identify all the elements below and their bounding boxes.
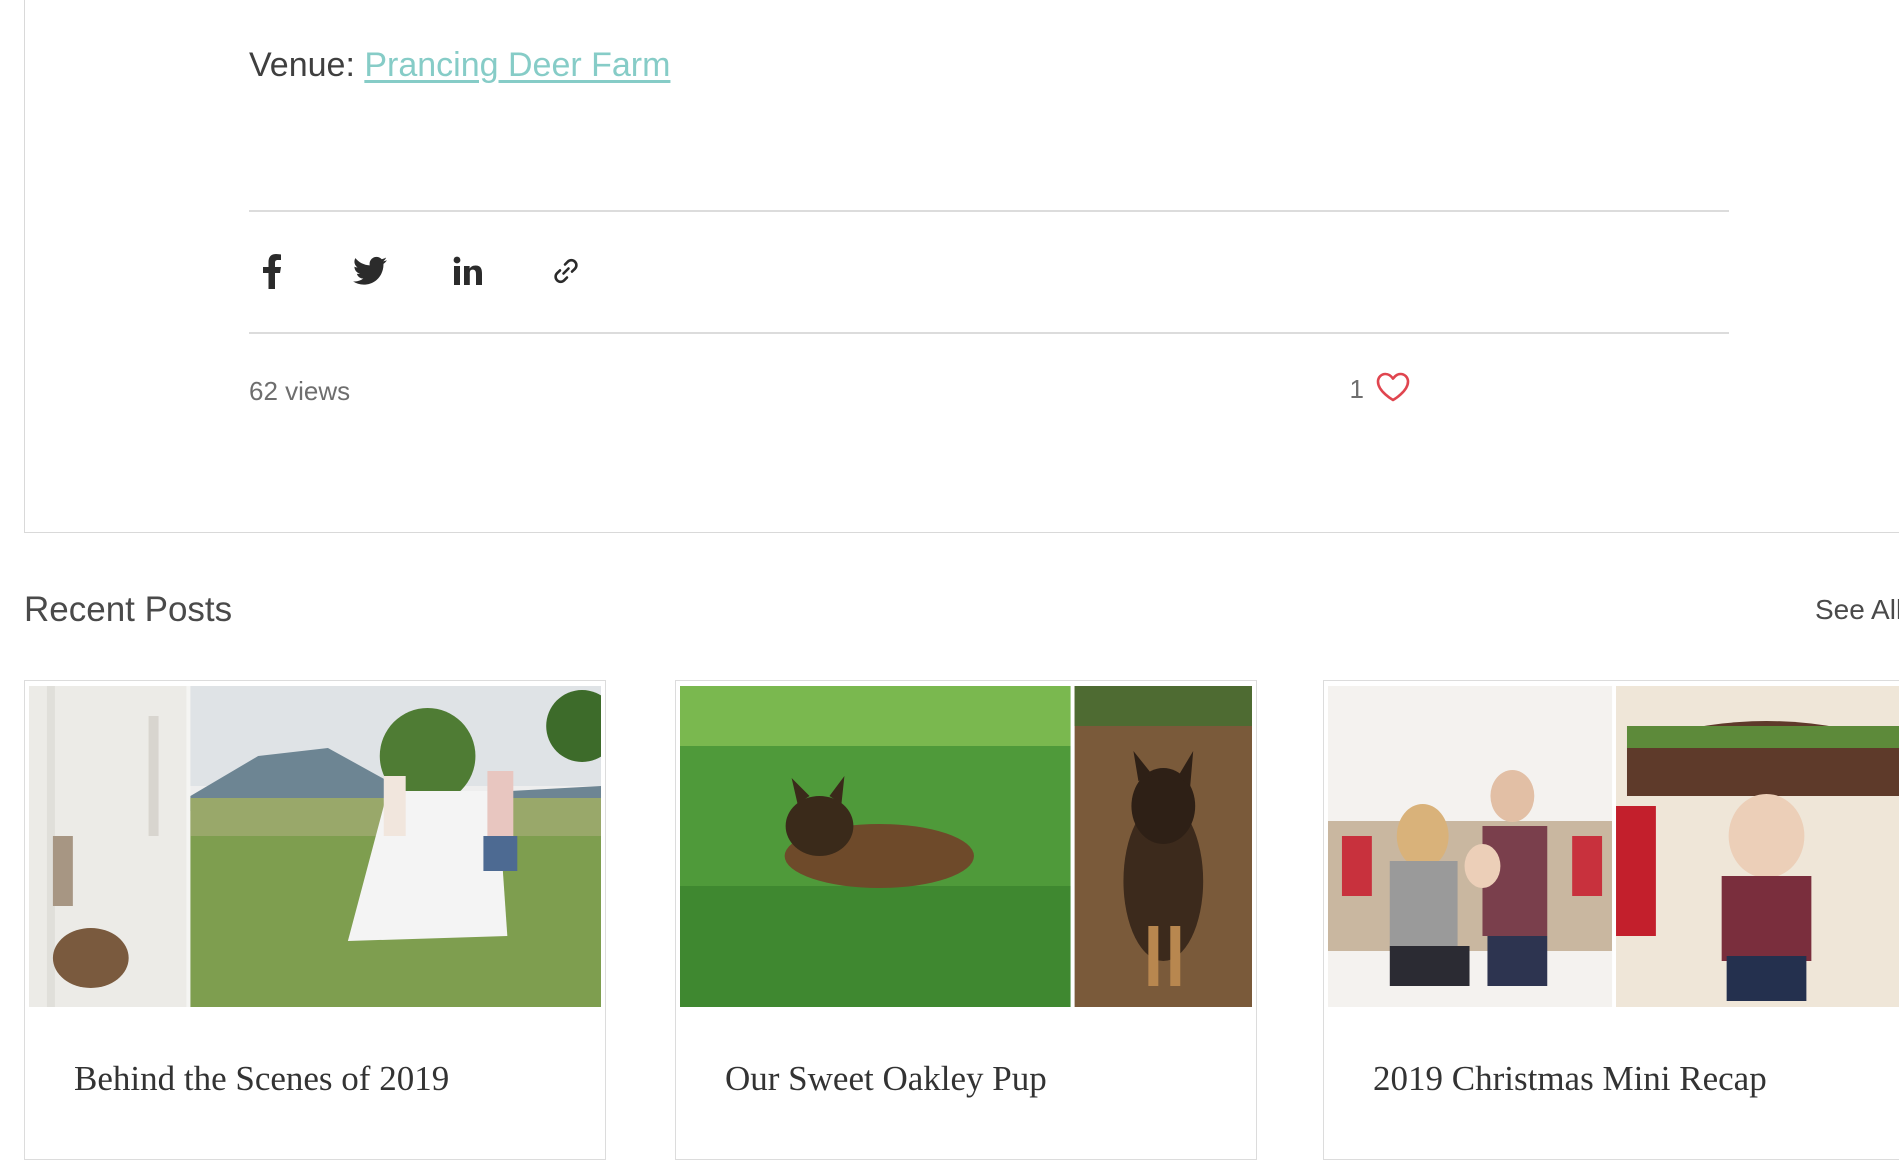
twitter-icon[interactable] — [347, 248, 393, 294]
like-count: 1 — [1349, 374, 1364, 404]
share-bar — [249, 248, 641, 294]
heart-icon[interactable] — [1376, 372, 1410, 407]
recent-post-card[interactable]: 2019 Christmas Mini Recap — [1323, 680, 1899, 1160]
post-thumbnail — [1328, 686, 1899, 1007]
post-footer: Venue: Prancing Deer Farm 62 views 1 — [24, 0, 1899, 533]
see-all-link[interactable]: See All — [1815, 594, 1899, 626]
venue-line: Venue: Prancing Deer Farm — [249, 46, 670, 85]
divider-top — [249, 210, 1729, 212]
post-title[interactable]: Behind the Scenes of 2019 — [74, 1059, 449, 1099]
like-control[interactable]: 1 — [1350, 372, 1410, 407]
recent-post-card[interactable]: Our Sweet Oakley Pup — [675, 680, 1257, 1160]
recent-post-card[interactable]: Behind the Scenes of 2019 — [24, 680, 606, 1160]
post-title[interactable]: 2019 Christmas Mini Recap — [1373, 1059, 1767, 1099]
linkedin-icon[interactable] — [445, 248, 491, 294]
recent-posts-heading: Recent Posts — [24, 590, 233, 629]
view-count: 62 views — [249, 376, 351, 406]
facebook-icon[interactable] — [249, 248, 295, 294]
divider-bottom — [249, 332, 1729, 334]
venue-label: Venue: — [249, 46, 365, 84]
venue-link[interactable]: Prancing Deer Farm — [364, 46, 670, 84]
post-title[interactable]: Our Sweet Oakley Pup — [725, 1059, 1047, 1099]
link-icon[interactable] — [543, 248, 589, 294]
post-thumbnail — [29, 686, 601, 1007]
post-thumbnail — [680, 686, 1252, 1007]
